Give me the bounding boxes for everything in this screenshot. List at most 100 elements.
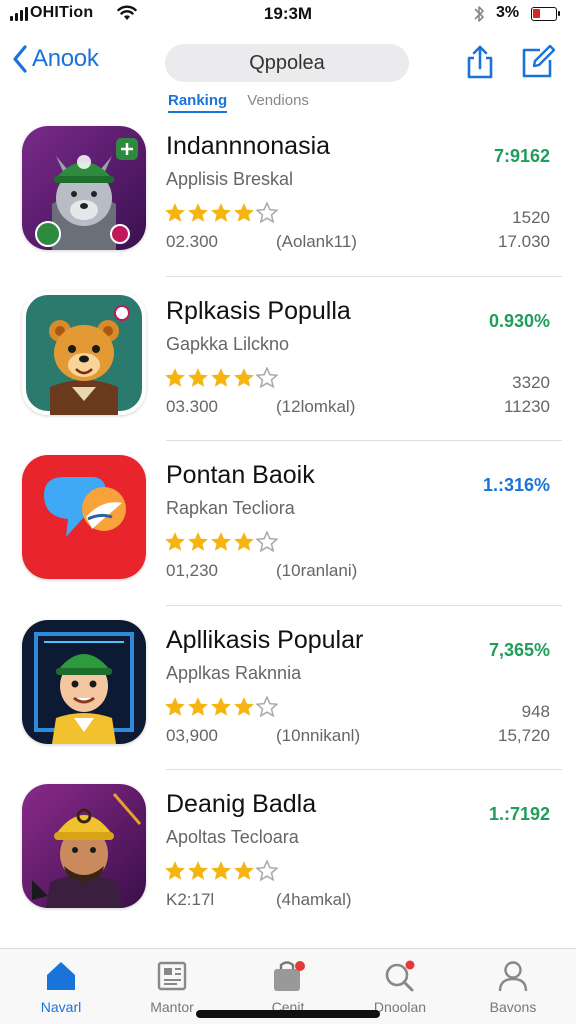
wolf-cap-icon	[22, 126, 146, 250]
bear-mascot-icon	[22, 290, 146, 415]
rating-count: K2:17l	[166, 890, 215, 909]
list-item[interactable]: Deanig Badla Apoltas Tecloara K2:17l (4h…	[0, 770, 576, 935]
hero-portrait-icon	[22, 784, 146, 908]
battery-level	[533, 9, 540, 18]
category-label: (12lomkal)	[276, 396, 356, 416]
app-title: Rplkasis Populla	[166, 296, 351, 325]
chat-bubble-icon	[22, 455, 146, 579]
star-filled-icon	[211, 861, 231, 880]
battery-percent: 3%	[496, 4, 520, 21]
star-filled-icon	[165, 532, 185, 551]
star-filled-icon	[234, 861, 254, 880]
app-subtitle: Applkas Raknnia	[166, 662, 302, 683]
rating-count: 03,900	[166, 725, 218, 745]
price-label: 0.930%	[488, 310, 550, 331]
star-filled-icon	[188, 861, 208, 880]
list-item[interactable]: Indannnonasia Applisis Breskal 02.300 (A…	[0, 112, 576, 277]
star-filled-icon	[165, 203, 185, 222]
star-filled-icon	[234, 203, 254, 222]
tab-vendions[interactable]: Vendions	[247, 92, 309, 113]
stat-bottom: 15,720	[498, 725, 550, 745]
star-filled-icon	[234, 367, 254, 387]
star-filled-icon	[165, 367, 185, 387]
star-filled-icon	[211, 696, 231, 716]
star-filled-icon	[211, 532, 231, 551]
category-label: (10nnikanl)	[276, 725, 361, 745]
app-subtitle: Apoltas Tecloara	[166, 827, 299, 847]
star-rating	[164, 695, 278, 718]
battery-icon	[531, 7, 560, 21]
stat-top: 948	[521, 701, 550, 721]
compose-button[interactable]	[520, 44, 556, 85]
category-label: (4hamkal)	[276, 890, 352, 909]
app-title: Indannnonasia	[166, 132, 331, 160]
tab-label: Bavons	[489, 999, 537, 1015]
price-label: 1.:316%	[482, 475, 550, 495]
tab-label: Navarl	[40, 999, 82, 1015]
chevron-left-icon	[13, 45, 27, 73]
app-title: Deanig Badla	[166, 790, 317, 818]
rating-count: 01,230	[166, 561, 218, 580]
tab-dnoolan[interactable]: Dnoolan	[345, 959, 455, 1015]
tab-cenit[interactable]: Cenit	[233, 959, 343, 1015]
price-label: 7:9162	[493, 146, 550, 166]
star-empty-icon	[256, 366, 278, 388]
back-label: Anook	[32, 45, 99, 72]
category-label: (Aolank11)	[276, 232, 357, 251]
search-text: Qppolea	[249, 51, 325, 74]
list-item[interactable]: Pontan Baoik Rapkan Tecliora 01,230 (10r…	[0, 441, 576, 606]
share-button[interactable]	[465, 44, 495, 85]
app-subtitle: Applisis Breskal	[166, 169, 294, 189]
search-field[interactable]: Qppolea	[165, 44, 409, 82]
star-filled-icon	[188, 696, 208, 716]
star-empty-icon	[256, 531, 278, 553]
share-icon	[467, 45, 493, 79]
stat-bottom: 11230	[503, 396, 550, 416]
cartoon-character-icon	[22, 619, 146, 744]
search-icon	[385, 960, 415, 992]
star-filled-icon	[211, 203, 231, 222]
list-item[interactable]: Apllikasis Popular Applkas Raknnia 03,90…	[0, 606, 576, 770]
star-filled-icon	[211, 367, 231, 387]
star-rating	[164, 531, 278, 553]
star-filled-icon	[234, 696, 254, 716]
tab-bavons[interactable]: Bavons	[458, 959, 568, 1015]
back-button[interactable]: Anook	[12, 44, 99, 74]
bluetooth-icon	[472, 4, 486, 29]
app-subtitle: Rapkan Tecliora	[166, 498, 295, 518]
app-title: Apllikasis Popular	[166, 625, 364, 654]
home-indicator[interactable]	[196, 1010, 380, 1018]
star-empty-icon	[256, 695, 278, 717]
person-icon	[498, 961, 528, 992]
compose-icon	[522, 44, 556, 78]
navigation-bar: Anook Qppolea	[0, 38, 576, 90]
price-label: 1.:7192	[488, 804, 550, 824]
tab-navarl[interactable]: Navarl	[6, 959, 116, 1015]
app-list: Indannnonasia Applisis Breskal 02.300 (A…	[0, 112, 576, 935]
tab-ranking[interactable]: Ranking	[168, 92, 228, 113]
bag-icon	[274, 961, 305, 991]
status-bar: OHITion 19:3M 3%	[0, 0, 576, 30]
segment-tabs: Ranking Vendions	[168, 92, 309, 113]
star-filled-icon	[165, 861, 185, 880]
star-rating	[164, 202, 278, 224]
news-icon	[157, 961, 187, 991]
star-filled-icon	[188, 532, 208, 551]
price-label: 7,365%	[488, 639, 550, 660]
clock: 19:3M	[263, 4, 313, 23]
list-item[interactable]: Rplkasis Populla Gapkka Lilckno 03.300 (…	[0, 277, 576, 441]
star-rating	[164, 860, 278, 882]
star-filled-icon	[188, 203, 208, 222]
app-subtitle: Gapkka Lilckno	[166, 333, 290, 354]
star-filled-icon	[188, 367, 208, 387]
home-icon	[47, 962, 75, 990]
stat-top: 1520	[512, 208, 550, 227]
category-label: (10ranlani)	[276, 561, 358, 580]
star-rating	[164, 366, 278, 389]
stat-top: 3320	[512, 372, 550, 392]
rating-count: 03.300	[166, 396, 218, 416]
stat-bottom: 17.030	[498, 232, 550, 251]
app-title: Pontan Baoik	[166, 461, 315, 489]
tab-mantor[interactable]: Mantor	[117, 959, 227, 1015]
star-empty-icon	[256, 860, 278, 882]
